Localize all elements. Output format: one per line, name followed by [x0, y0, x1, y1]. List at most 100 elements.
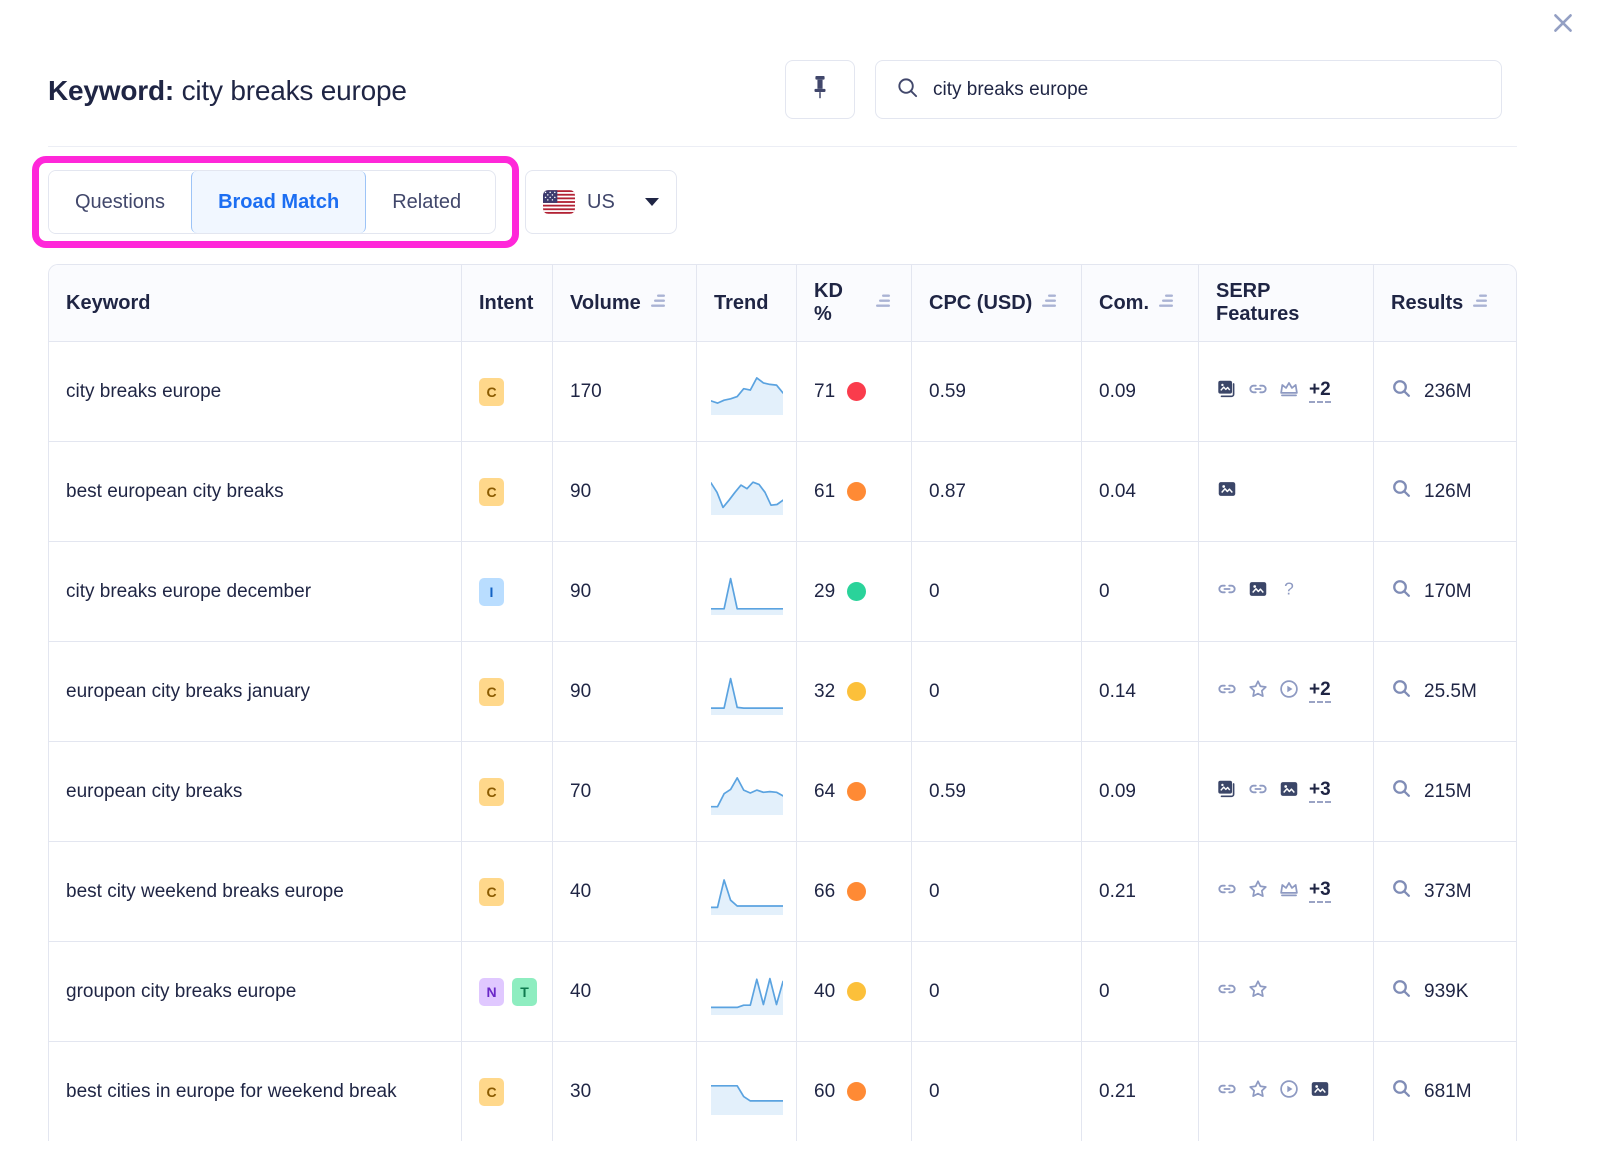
serp-more-link[interactable]: +2 [1309, 680, 1331, 703]
table-row[interactable]: european city breaks january C 90 32 0 0… [49, 641, 1516, 741]
star-icon[interactable] [1247, 1078, 1269, 1106]
serp-more-link[interactable]: +2 [1309, 380, 1331, 403]
sort-icon[interactable] [651, 292, 669, 315]
country-selector[interactable]: US [525, 170, 677, 234]
keyword-link[interactable]: european city breaks [66, 779, 242, 805]
link-icon[interactable] [1247, 378, 1269, 406]
intent-badge-c[interactable]: C [479, 478, 504, 506]
link-icon[interactable] [1216, 878, 1238, 906]
column-header-results[interactable]: Results [1374, 265, 1515, 341]
video-icon[interactable] [1278, 678, 1300, 706]
cell-keyword[interactable]: best city weekend breaks europe [49, 842, 462, 941]
question-icon[interactable]: ? [1278, 578, 1300, 606]
star-icon[interactable] [1247, 678, 1269, 706]
column-header-com[interactable]: Com. [1082, 265, 1199, 341]
cell-keyword[interactable]: european city breaks january [49, 642, 462, 741]
cell-results[interactable]: 126M [1374, 442, 1515, 541]
image-icon[interactable] [1309, 1078, 1331, 1106]
images-stack-icon[interactable] [1216, 778, 1238, 806]
cell-results[interactable]: 939K [1374, 942, 1515, 1041]
table-row[interactable]: best city weekend breaks europe C 40 66 … [49, 841, 1516, 941]
column-header-intent[interactable]: Intent [462, 265, 553, 341]
link-icon[interactable] [1216, 678, 1238, 706]
cell-results[interactable]: 25.5M [1374, 642, 1515, 741]
star-icon[interactable] [1247, 878, 1269, 906]
keyword-link[interactable]: city breaks europe december [66, 579, 311, 605]
header-divider [48, 146, 1517, 147]
sort-icon[interactable] [1042, 292, 1060, 315]
cell-keyword[interactable]: best european city breaks [49, 442, 462, 541]
search-input[interactable] [933, 79, 1481, 101]
table-row[interactable]: city breaks europe C 170 71 0.59 0.09 +2… [49, 341, 1516, 441]
column-header-trend[interactable]: Trend [697, 265, 797, 341]
link-icon[interactable] [1216, 1078, 1238, 1106]
crown-icon[interactable] [1278, 378, 1300, 406]
cell-trend [697, 842, 797, 941]
pin-button[interactable] [785, 60, 855, 119]
cell-keyword[interactable]: european city breaks [49, 742, 462, 841]
intent-badge-n[interactable]: N [479, 978, 504, 1006]
table-row[interactable]: groupon city breaks europe NT 40 40 0 0 … [49, 941, 1516, 1041]
intent-badges: C [479, 478, 504, 506]
cell-keyword[interactable]: city breaks europe december [49, 542, 462, 641]
cell-com: 0.09 [1082, 342, 1199, 441]
link-icon[interactable] [1216, 978, 1238, 1006]
column-header-keyword[interactable]: Keyword [49, 265, 462, 341]
cell-volume: 90 [553, 642, 697, 741]
cell-trend [697, 742, 797, 841]
keyword-link[interactable]: european city breaks january [66, 679, 310, 705]
cell-keyword[interactable]: city breaks europe [49, 342, 462, 441]
cell-results[interactable]: 681M [1374, 1042, 1515, 1141]
link-icon[interactable] [1247, 778, 1269, 806]
images-stack-icon[interactable] [1216, 378, 1238, 406]
image-icon[interactable] [1247, 578, 1269, 606]
image-icon[interactable] [1278, 778, 1300, 806]
column-header-volume[interactable]: Volume [553, 265, 697, 341]
crown-icon[interactable] [1278, 878, 1300, 906]
sort-icon[interactable] [1473, 292, 1491, 315]
trend-sparkline [711, 969, 783, 1015]
cell-keyword[interactable]: best cities in europe for weekend break [49, 1042, 462, 1141]
match-type-tabs[interactable]: Questions Broad Match Related [48, 170, 496, 234]
intent-badge-c[interactable]: C [479, 378, 504, 406]
cell-results[interactable]: 215M [1374, 742, 1515, 841]
sort-icon[interactable] [1159, 292, 1177, 315]
table-row[interactable]: best european city breaks C 90 61 0.87 0… [49, 441, 1516, 541]
cell-results[interactable]: 236M [1374, 342, 1515, 441]
video-icon[interactable] [1278, 1078, 1300, 1106]
close-button[interactable] [1546, 6, 1580, 40]
keyword-link[interactable]: groupon city breaks europe [66, 979, 296, 1005]
serp-feature-icons: +3 [1216, 878, 1331, 906]
column-header-kd[interactable]: KD % [797, 265, 912, 341]
serp-more-link[interactable]: +3 [1309, 780, 1331, 803]
tab-related[interactable]: Related [366, 171, 487, 233]
table-row[interactable]: european city breaks C 70 64 0.59 0.09 +… [49, 741, 1516, 841]
cpc-value: 0 [929, 1081, 940, 1103]
intent-badge-i[interactable]: I [479, 578, 504, 606]
keyword-link[interactable]: city breaks europe [66, 379, 221, 405]
intent-badge-c[interactable]: C [479, 778, 504, 806]
star-icon[interactable] [1247, 978, 1269, 1006]
intent-badge-t[interactable]: T [512, 978, 537, 1006]
intent-badge-c[interactable]: C [479, 678, 504, 706]
serp-more-link[interactable]: +3 [1309, 880, 1331, 903]
cell-results[interactable]: 170M [1374, 542, 1515, 641]
link-icon[interactable] [1216, 578, 1238, 606]
intent-badge-c[interactable]: C [479, 878, 504, 906]
cell-keyword[interactable]: groupon city breaks europe [49, 942, 462, 1041]
image-icon[interactable] [1216, 478, 1238, 506]
sort-icon[interactable] [876, 292, 894, 315]
table-row[interactable]: city breaks europe december I 90 29 0 0 … [49, 541, 1516, 641]
tab-questions[interactable]: Questions [49, 171, 191, 233]
table-row[interactable]: best cities in europe for weekend break … [49, 1041, 1516, 1141]
tab-broad-match[interactable]: Broad Match [191, 171, 366, 233]
search-input-wrapper[interactable] [875, 60, 1502, 119]
intent-badge-c[interactable]: C [479, 1078, 504, 1106]
keyword-link[interactable]: best european city breaks [66, 479, 284, 505]
column-header-serp-features[interactable]: SERP Features [1199, 265, 1374, 341]
trend-sparkline [711, 369, 783, 415]
cell-results[interactable]: 373M [1374, 842, 1515, 941]
keyword-link[interactable]: best cities in europe for weekend break [66, 1079, 397, 1105]
column-header-cpc[interactable]: CPC (USD) [912, 265, 1082, 341]
keyword-link[interactable]: best city weekend breaks europe [66, 879, 344, 905]
